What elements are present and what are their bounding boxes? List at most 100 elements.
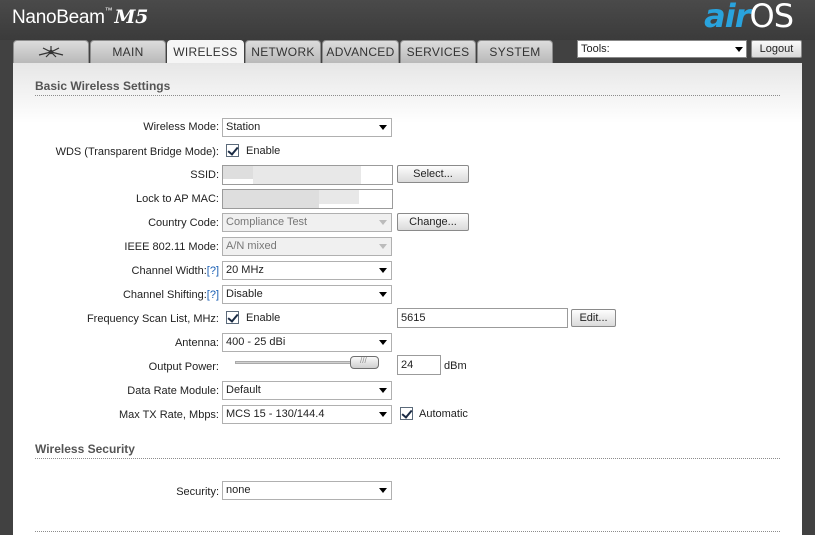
channel-shifting-row: Channel Shifting:[?] — [13, 286, 219, 306]
max-tx-select[interactable]: MCS 15 - 130/144.4 — [222, 405, 392, 424]
chevron-down-icon — [379, 125, 387, 130]
max-tx-label: Max TX Rate, Mbps: — [118, 409, 219, 421]
lock-ap-label: Lock to AP MAC: — [136, 193, 219, 205]
channel-shifting-select[interactable]: Disable — [222, 285, 392, 304]
tools-label: Tools: — [581, 43, 610, 55]
airos-logo-os: OS — [749, 0, 794, 35]
section-title-basic: Basic Wireless Settings — [35, 79, 171, 93]
security-row: Security: — [13, 483, 219, 503]
chevron-down-icon — [379, 220, 387, 225]
tab-services[interactable]: SERVICES — [400, 40, 476, 63]
channel-shifting-label: Channel Shifting:[?] — [123, 289, 219, 301]
ssid-select-button[interactable]: Select... — [397, 165, 469, 183]
output-power-row: Output Power: — [13, 358, 219, 378]
airos-logo-air: air — [704, 0, 750, 35]
channel-shifting-label-text: Channel Shifting: — [122, 289, 207, 301]
ieee-mode-label: IEEE 802.11 Mode: — [124, 241, 219, 253]
channel-shifting-help-link[interactable]: [?] — [207, 289, 219, 301]
max-tx-automatic-checkbox[interactable] — [400, 407, 413, 420]
channel-width-row: Channel Width:[?] — [13, 262, 219, 282]
output-power-slider-handle[interactable] — [350, 356, 379, 369]
freq-scan-row: Frequency Scan List, MHz: — [13, 310, 219, 330]
tab-ubiquiti-logo[interactable] — [13, 40, 89, 63]
ssid-row: SSID: — [13, 166, 219, 186]
brand-model: M5 — [114, 6, 149, 28]
redacted-block — [253, 166, 361, 184]
divider — [35, 531, 780, 532]
device-brand: NanoBeam™ M5 — [12, 6, 148, 29]
section-title-security: Wireless Security — [35, 442, 135, 456]
chevron-down-icon — [379, 244, 387, 249]
antenna-row: Antenna: — [13, 334, 219, 354]
ieee-mode-value: A/N mixed — [226, 240, 277, 252]
wds-enable-label: Enable — [246, 145, 281, 157]
lock-ap-row: Lock to AP MAC: — [13, 190, 219, 210]
ieee-mode-select[interactable]: A/N mixed — [222, 237, 392, 256]
tools-dropdown[interactable]: Tools: — [577, 40, 747, 58]
brand-name: NanoBeam — [12, 7, 105, 28]
freq-scan-edit-button[interactable]: Edit... — [571, 309, 616, 327]
security-label: Security: — [176, 486, 219, 498]
output-power-label: Output Power: — [148, 361, 219, 373]
wireless-mode-value: Station — [226, 121, 261, 133]
data-rate-label: Data Rate Module: — [127, 385, 219, 397]
max-tx-row: Max TX Rate, Mbps: — [13, 406, 219, 426]
wds-enable-checkbox[interactable] — [226, 144, 239, 157]
antenna-label: Antenna: — [174, 337, 219, 349]
country-change-button[interactable]: Change... — [397, 213, 469, 231]
tab-network[interactable]: NETWORK — [245, 40, 321, 63]
channel-width-value: 20 MHz — [226, 264, 264, 276]
chevron-down-icon — [379, 292, 387, 297]
country-code-row: Country Code: — [13, 214, 219, 234]
channel-width-label: Channel Width:[?] — [132, 265, 219, 277]
ssid-input[interactable] — [222, 165, 393, 185]
logout-button[interactable]: Logout — [751, 40, 802, 58]
max-tx-automatic-label: Automatic — [419, 408, 468, 420]
freq-scan-label: Frequency Scan List, MHz: — [86, 313, 219, 325]
ssid-label: SSID: — [190, 169, 219, 181]
header-bar: NanoBeam™ M5 airOS — [0, 0, 815, 40]
tab-main[interactable]: MAIN — [90, 40, 166, 63]
wireless-mode-label: Wireless Mode: — [143, 121, 219, 133]
divider — [35, 95, 780, 96]
wireless-mode-select[interactable]: Station — [222, 118, 392, 137]
channel-width-help-link[interactable]: [?] — [207, 265, 219, 277]
tab-advanced[interactable]: ADVANCED — [322, 40, 399, 63]
freq-scan-enable-checkbox[interactable] — [226, 311, 239, 324]
chevron-down-icon — [379, 412, 387, 417]
content-panel: Basic Wireless Settings Wireless Mode: S… — [13, 63, 802, 535]
chevron-down-icon — [379, 488, 387, 493]
security-select[interactable]: none — [222, 481, 392, 500]
data-rate-select[interactable]: Default — [222, 381, 392, 400]
wds-row: WDS (Transparent Bridge Mode): — [13, 143, 219, 163]
max-tx-value: MCS 15 - 130/144.4 — [226, 408, 325, 420]
chevron-down-icon — [379, 340, 387, 345]
redacted-block — [223, 190, 319, 208]
brand-trademark: ™ — [104, 6, 113, 15]
channel-width-label-text: Channel Width: — [131, 265, 207, 277]
country-code-value: Compliance Test — [226, 216, 308, 228]
channel-width-select[interactable]: 20 MHz — [222, 261, 392, 280]
channel-shifting-value: Disable — [226, 288, 263, 300]
country-code-select[interactable]: Compliance Test — [222, 213, 392, 232]
wds-label: WDS (Transparent Bridge Mode): — [55, 146, 219, 158]
output-power-input[interactable]: 24 — [397, 355, 441, 375]
freq-scan-input[interactable]: 5615 — [397, 308, 568, 328]
security-value: none — [226, 484, 251, 496]
lock-ap-mac-input[interactable] — [222, 189, 393, 209]
freq-scan-enable-label: Enable — [246, 312, 281, 324]
redacted-block — [223, 166, 253, 179]
main-tabs: MAIN WIRELESS NETWORK ADVANCED SERVICES … — [13, 40, 554, 64]
divider — [35, 458, 780, 459]
ubiquiti-logo-icon — [38, 46, 64, 58]
airos-logo: airOS — [704, 0, 794, 35]
antenna-select[interactable]: 400 - 25 dBi — [222, 333, 392, 352]
tab-wireless[interactable]: WIRELESS — [167, 40, 244, 64]
antenna-value: 400 - 25 dBi — [226, 336, 286, 348]
wireless-mode-row: Wireless Mode: — [13, 118, 219, 138]
tab-system[interactable]: SYSTEM — [477, 40, 553, 63]
country-code-label: Country Code: — [148, 217, 219, 229]
data-rate-value: Default — [226, 384, 261, 396]
chevron-down-icon — [379, 388, 387, 393]
output-power-unit: dBm — [444, 360, 467, 372]
